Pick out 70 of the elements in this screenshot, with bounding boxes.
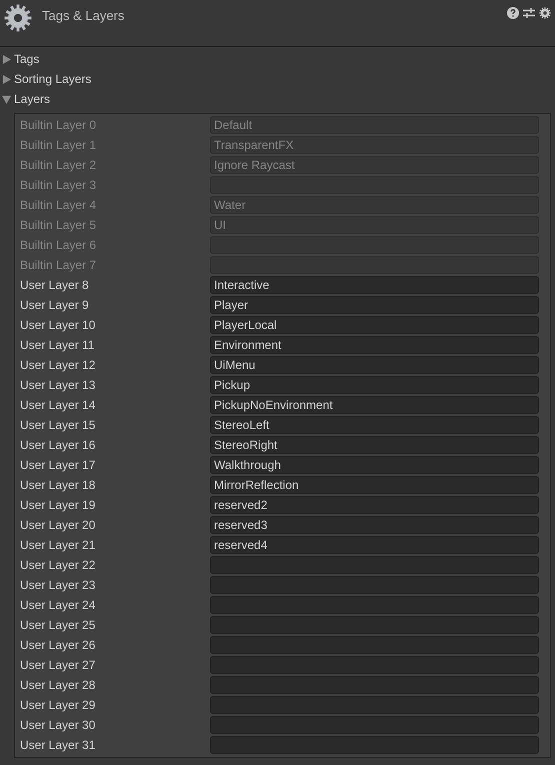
layer-name-field[interactable]: Pickup <box>210 376 539 394</box>
layer-name-field[interactable]: reserved4 <box>210 536 539 554</box>
layer-name-field[interactable]: Walkthrough <box>210 456 539 474</box>
sliders-icon[interactable] <box>523 7 535 19</box>
layer-label: Builtin Layer 3 <box>19 178 98 192</box>
layer-label: User Layer 30 <box>19 718 96 732</box>
layer-name-field[interactable]: Player <box>210 296 539 314</box>
layer-label: User Layer 31 <box>19 738 96 752</box>
layer-label: Builtin Layer 7 <box>19 258 98 272</box>
foldout-label: Sorting Layers <box>14 72 92 86</box>
triangle-icon <box>2 54 11 64</box>
foldout-label: Tags <box>14 52 40 66</box>
triangle-icon <box>2 94 11 104</box>
layer-label: User Layer 17 <box>19 458 96 472</box>
layer-name-field[interactable] <box>210 676 539 694</box>
layer-name-field[interactable]: reserved3 <box>210 516 539 534</box>
layer-label: User Layer 8 <box>19 278 90 292</box>
layer-name-field[interactable] <box>210 556 539 574</box>
layer-label: User Layer 21 <box>19 538 96 552</box>
layer-name-field[interactable]: StereoLeft <box>210 416 539 434</box>
layer-name-field[interactable] <box>210 716 539 734</box>
layer-label: User Layer 13 <box>19 378 96 392</box>
layer-name-field[interactable]: MirrorReflection <box>210 476 539 494</box>
layer-label: Builtin Layer 2 <box>19 158 98 172</box>
layer-name-field[interactable]: PickupNoEnvironment <box>210 396 539 414</box>
layer-label: User Layer 23 <box>19 578 96 592</box>
layer-label: Builtin Layer 6 <box>19 238 98 252</box>
layer-label: User Layer 12 <box>19 358 96 372</box>
layer-label: User Layer 24 <box>19 598 96 612</box>
foldout-header[interactable]: Tags <box>2 49 555 69</box>
layer-name-field[interactable]: Environment <box>210 336 539 354</box>
layer-name-field[interactable] <box>210 736 539 754</box>
layer-name-field[interactable] <box>210 656 539 674</box>
foldout-label: Layers <box>14 92 50 106</box>
layer-label: Builtin Layer 5 <box>19 218 98 232</box>
layer-label: User Layer 9 <box>19 298 90 312</box>
layer-label: User Layer 19 <box>19 498 96 512</box>
layer-label: User Layer 18 <box>19 478 96 492</box>
layer-label: Builtin Layer 1 <box>19 138 98 152</box>
layer-label: User Layer 14 <box>19 398 96 412</box>
window-title: Tags & Layers <box>42 8 126 23</box>
layer-name-field[interactable] <box>210 576 539 594</box>
layer-label: User Layer 25 <box>19 618 96 632</box>
foldout-header[interactable]: Sorting Layers <box>2 69 555 89</box>
layer-name-field[interactable] <box>210 596 539 614</box>
foldout-header[interactable]: Layers <box>2 89 555 109</box>
layer-label: User Layer 26 <box>19 638 96 652</box>
layer-label: User Layer 29 <box>19 698 96 712</box>
gear-icon <box>4 4 32 32</box>
layer-name-field[interactable] <box>210 636 539 654</box>
help-icon[interactable] <box>507 7 519 19</box>
layer-label: User Layer 11 <box>19 338 96 352</box>
layer-label: User Layer 16 <box>19 438 96 452</box>
layer-label: User Layer 28 <box>19 678 96 692</box>
layer-name-field[interactable]: PlayerLocal <box>210 316 539 334</box>
layer-name-field[interactable]: reserved2 <box>210 496 539 514</box>
layer-label: User Layer 10 <box>19 318 96 332</box>
layer-name-field[interactable]: UiMenu <box>210 356 539 374</box>
layer-label: User Layer 20 <box>19 518 96 532</box>
triangle-icon <box>2 74 11 84</box>
layer-name-field[interactable]: StereoRight <box>210 436 539 454</box>
layer-label: User Layer 27 <box>19 658 96 672</box>
layer-name-field[interactable]: Interactive <box>210 276 539 294</box>
layer-name-field[interactable] <box>210 696 539 714</box>
layer-label: Builtin Layer 0 <box>19 118 98 132</box>
settings-icon[interactable] <box>539 7 551 19</box>
layer-label: Builtin Layer 4 <box>19 198 98 212</box>
layer-label: User Layer 22 <box>19 558 96 572</box>
layer-label: User Layer 15 <box>19 418 96 432</box>
layer-name-field[interactable] <box>210 616 539 634</box>
